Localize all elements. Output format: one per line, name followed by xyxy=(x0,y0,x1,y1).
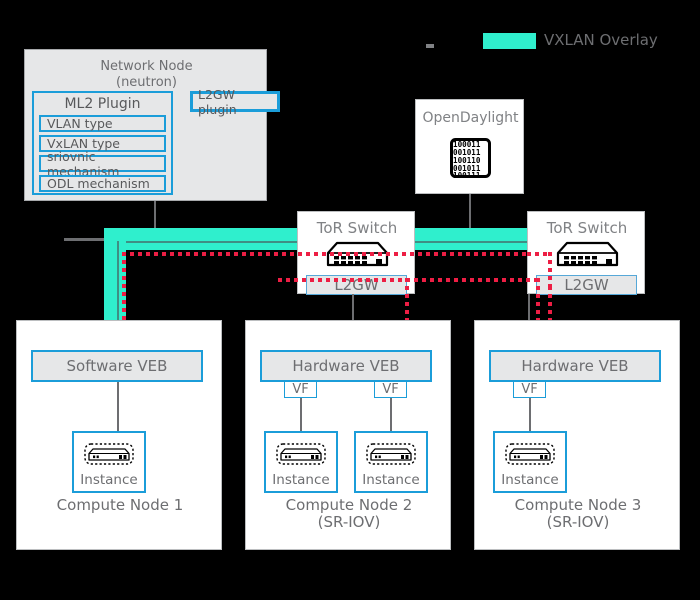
compute-node-2-vf-box-1[interactable]: VF xyxy=(284,381,317,398)
compute-node-1-card: Software VEB Instance Compute Node 1 xyxy=(16,320,222,550)
instance-label: Instance xyxy=(501,472,559,488)
path-right-down-a xyxy=(548,252,552,286)
ml2-item-label: VLAN type xyxy=(47,116,113,131)
network-switch-icon xyxy=(555,240,620,269)
l2gw-plugin-box[interactable]: L2GW plugin xyxy=(190,87,280,117)
veb-label: Hardware VEB xyxy=(292,357,400,375)
l2gw-plugin-label: L2GW plugin xyxy=(198,86,237,117)
compute-node-3-card: Hardware VEB VF Instance Compute Node 3 … xyxy=(474,320,680,550)
ml2-item-label: sriovnic mechanism xyxy=(47,148,120,179)
compute-node-1-veb-box[interactable]: Software VEB xyxy=(31,350,203,382)
tor-switch-2-to-compute-3-connector xyxy=(528,294,530,320)
compute-node-2-instance-box-2[interactable]: Instance xyxy=(354,431,428,493)
tor-switch-2-title: ToR Switch xyxy=(546,219,628,237)
server-instance-icon xyxy=(366,442,416,470)
compute-node-1-veb-to-instance-connector xyxy=(117,382,119,432)
veb-label: Software VEB xyxy=(66,357,168,375)
compute-node-1-title: Compute Node 1 xyxy=(56,496,184,514)
server-instance-icon xyxy=(84,442,134,470)
ml2-item-label: ODL mechanism xyxy=(47,176,150,191)
vf-label: VF xyxy=(521,382,538,397)
instance-label: Instance xyxy=(272,472,330,488)
legend-vxlan-swatch xyxy=(483,33,536,49)
instance-label: Instance xyxy=(362,472,420,488)
network-node-panel: Network Node (neutron) ML2 Plugin VLAN t… xyxy=(24,49,280,201)
binary-code-icon: 100011 001011 100110 001011 100111 xyxy=(449,137,492,180)
compute-node-2-vf2-to-instance2-connector xyxy=(390,398,392,431)
diagram-canvas: VXLAN Overlay Network Node (neutron) ML2… xyxy=(0,0,700,600)
path-right-down-b xyxy=(536,278,540,286)
compute-node-3-title: Compute Node 3 (SR-IOV) xyxy=(514,496,642,532)
compute-node-2-card: Hardware VEB VF VF Instance Instance Com… xyxy=(245,320,451,550)
veb-label: Hardware VEB xyxy=(521,357,629,375)
legend-vxlan-label: VXLAN Overlay xyxy=(544,31,658,49)
ml2-item-vlan-type[interactable]: VLAN type xyxy=(39,115,166,132)
compute-node-3-vf1-to-instance1-connector xyxy=(529,398,531,431)
l2gw-label: L2GW xyxy=(564,276,609,294)
ml2-plugin-title: ML2 Plugin xyxy=(64,96,141,112)
ml2-item-odl-mechanism[interactable]: ODL mechanism xyxy=(39,175,166,192)
server-instance-icon xyxy=(276,442,326,470)
compute-node-3-instance-box-1[interactable]: Instance xyxy=(493,431,567,493)
ml2-item-sriovnic-mechanism[interactable]: sriovnic mechanism xyxy=(39,149,166,179)
compute-node-3-vf-box-1[interactable]: VF xyxy=(513,381,546,398)
compute-node-2-title: Compute Node 2 (SR-IOV) xyxy=(285,496,413,532)
svg-text:100111: 100111 xyxy=(453,171,481,179)
compute-node-2-instance-box-1[interactable]: Instance xyxy=(264,431,338,493)
instance-label: Instance xyxy=(80,472,138,488)
tor-switch-1-title: ToR Switch xyxy=(316,219,398,237)
compute-node-1-instance-box[interactable]: Instance xyxy=(72,431,146,493)
compute-node-2-vf-box-2[interactable]: VF xyxy=(374,381,407,398)
compute-node-2-veb-box[interactable]: Hardware VEB xyxy=(260,350,432,382)
opendaylight-title: OpenDaylight xyxy=(422,110,519,126)
legend-dash-swatch xyxy=(426,44,434,48)
ml2-plugin-group: ML2 Plugin VLAN type VxLAN type sriovnic… xyxy=(32,91,173,195)
path-overlay-horizontal xyxy=(122,252,527,256)
vf-label: VF xyxy=(292,382,309,397)
compute-node-3-veb-box[interactable]: Hardware VEB xyxy=(489,350,661,382)
vf-label: VF xyxy=(382,382,399,397)
tor-switch-1-to-compute-2-connector xyxy=(352,294,354,320)
vxlan-overlay-leg-divider xyxy=(117,241,119,320)
opendaylight-card: OpenDaylight 100011 001011 100110 001011… xyxy=(415,99,524,194)
compute-node-2-vf1-to-instance1-connector xyxy=(300,398,302,431)
server-instance-icon xyxy=(505,442,555,470)
